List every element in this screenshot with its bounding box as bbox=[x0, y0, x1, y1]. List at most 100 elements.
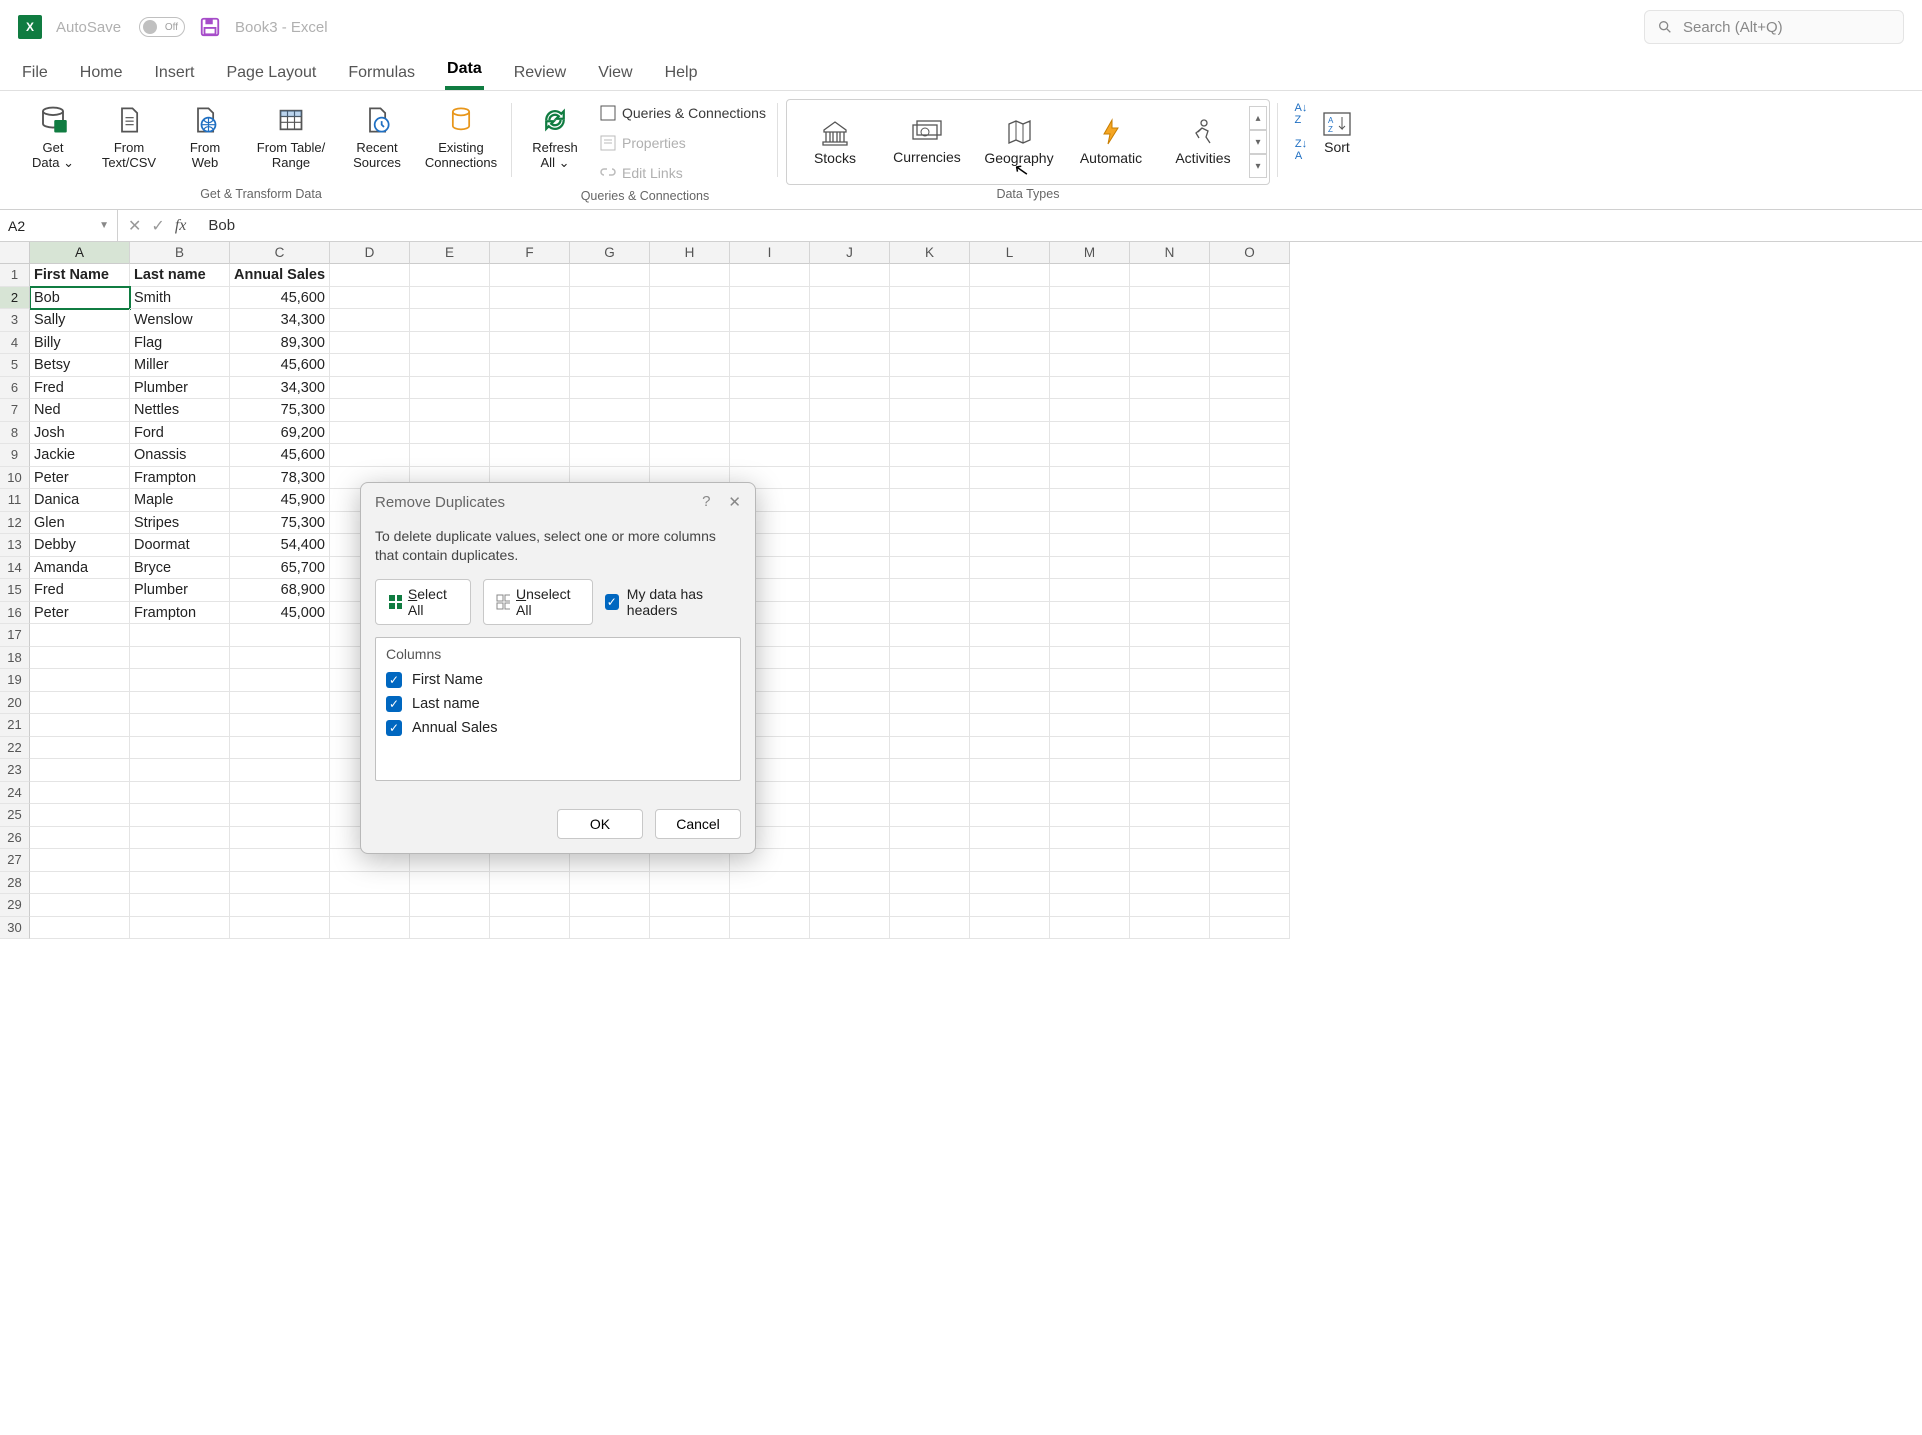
cell[interactable] bbox=[970, 692, 1050, 715]
cell[interactable]: 89,300 bbox=[230, 332, 330, 355]
cell[interactable] bbox=[1130, 309, 1210, 332]
cell[interactable] bbox=[810, 692, 890, 715]
cell[interactable] bbox=[1050, 872, 1130, 895]
cell[interactable] bbox=[130, 782, 230, 805]
cell[interactable]: Wenslow bbox=[130, 309, 230, 332]
cell[interactable] bbox=[30, 894, 130, 917]
cell[interactable]: 68,900 bbox=[230, 579, 330, 602]
properties-button[interactable]: Properties bbox=[596, 129, 770, 157]
row-header[interactable]: 22 bbox=[0, 737, 30, 760]
cell[interactable] bbox=[810, 804, 890, 827]
select-all-corner[interactable] bbox=[0, 242, 30, 264]
cell[interactable] bbox=[410, 377, 490, 400]
cell[interactable] bbox=[650, 444, 730, 467]
cell[interactable] bbox=[650, 287, 730, 310]
cell[interactable]: 45,600 bbox=[230, 287, 330, 310]
cell[interactable] bbox=[1130, 557, 1210, 580]
row-header[interactable]: 18 bbox=[0, 647, 30, 670]
queries-connections-button[interactable]: Queries & Connections bbox=[596, 99, 770, 127]
from-table-button[interactable]: From Table/ Range bbox=[246, 99, 336, 175]
cell[interactable] bbox=[890, 782, 970, 805]
cell[interactable] bbox=[570, 894, 650, 917]
cell[interactable]: Frampton bbox=[130, 467, 230, 490]
cell[interactable]: Billy bbox=[30, 332, 130, 355]
cell[interactable] bbox=[410, 872, 490, 895]
cell[interactable] bbox=[1210, 377, 1290, 400]
cell[interactable] bbox=[1210, 579, 1290, 602]
cell[interactable] bbox=[230, 804, 330, 827]
cell[interactable] bbox=[130, 647, 230, 670]
cell[interactable] bbox=[1130, 399, 1210, 422]
name-box[interactable]: A2▼ bbox=[0, 210, 118, 241]
cell[interactable] bbox=[1130, 759, 1210, 782]
column-header-O[interactable]: O bbox=[1210, 242, 1290, 264]
row-header[interactable]: 19 bbox=[0, 669, 30, 692]
cell[interactable] bbox=[1050, 287, 1130, 310]
data-types-gallery[interactable]: Stocks Currencies Geography Automatic Ac… bbox=[786, 99, 1270, 185]
cell[interactable] bbox=[1130, 917, 1210, 940]
cell[interactable] bbox=[730, 872, 810, 895]
help-icon[interactable]: ? bbox=[702, 493, 710, 511]
cell[interactable] bbox=[30, 917, 130, 940]
cell[interactable] bbox=[890, 467, 970, 490]
cell[interactable] bbox=[1210, 737, 1290, 760]
cell[interactable] bbox=[330, 354, 410, 377]
column-header-K[interactable]: K bbox=[890, 242, 970, 264]
cell[interactable] bbox=[570, 399, 650, 422]
row-header[interactable]: 10 bbox=[0, 467, 30, 490]
cell[interactable] bbox=[30, 647, 130, 670]
tab-file[interactable]: File bbox=[20, 60, 50, 90]
cell[interactable] bbox=[810, 782, 890, 805]
cell[interactable]: Josh bbox=[30, 422, 130, 445]
cell[interactable]: 45,900 bbox=[230, 489, 330, 512]
cell[interactable] bbox=[890, 737, 970, 760]
cell[interactable] bbox=[890, 579, 970, 602]
cell[interactable] bbox=[810, 467, 890, 490]
cell[interactable] bbox=[970, 849, 1050, 872]
cell[interactable]: Miller bbox=[130, 354, 230, 377]
cell[interactable] bbox=[490, 287, 570, 310]
cell[interactable] bbox=[330, 422, 410, 445]
cell[interactable] bbox=[130, 804, 230, 827]
accept-formula-icon[interactable]: ✓ bbox=[151, 216, 164, 236]
cell[interactable] bbox=[1210, 354, 1290, 377]
row-header[interactable]: 5 bbox=[0, 354, 30, 377]
cell[interactable] bbox=[330, 332, 410, 355]
cell[interactable]: Bob bbox=[30, 287, 130, 310]
cell[interactable] bbox=[490, 444, 570, 467]
cell[interactable] bbox=[970, 489, 1050, 512]
cell[interactable] bbox=[970, 287, 1050, 310]
cell[interactable] bbox=[730, 894, 810, 917]
cell[interactable] bbox=[730, 354, 810, 377]
cell[interactable] bbox=[490, 917, 570, 940]
cell[interactable]: Flag bbox=[130, 332, 230, 355]
cell[interactable] bbox=[650, 917, 730, 940]
cell[interactable] bbox=[970, 714, 1050, 737]
cell[interactable] bbox=[1130, 287, 1210, 310]
cell[interactable] bbox=[230, 872, 330, 895]
tab-formulas[interactable]: Formulas bbox=[346, 60, 417, 90]
cell[interactable] bbox=[330, 917, 410, 940]
cell[interactable] bbox=[490, 354, 570, 377]
cell[interactable] bbox=[130, 624, 230, 647]
cell[interactable]: Peter bbox=[30, 602, 130, 625]
cell[interactable] bbox=[970, 309, 1050, 332]
cell[interactable] bbox=[1050, 714, 1130, 737]
sort-button[interactable]: AZ Sort bbox=[1322, 109, 1352, 155]
cell[interactable] bbox=[890, 377, 970, 400]
cell[interactable] bbox=[410, 917, 490, 940]
cell[interactable] bbox=[410, 309, 490, 332]
cell[interactable]: 78,300 bbox=[230, 467, 330, 490]
currencies-type[interactable]: Currencies bbox=[881, 119, 973, 165]
stocks-type[interactable]: Stocks bbox=[789, 118, 881, 166]
from-web-button[interactable]: From Web bbox=[170, 99, 240, 175]
cell[interactable] bbox=[230, 849, 330, 872]
row-header[interactable]: 15 bbox=[0, 579, 30, 602]
cell[interactable] bbox=[410, 287, 490, 310]
row-header[interactable]: 13 bbox=[0, 534, 30, 557]
row-header[interactable]: 29 bbox=[0, 894, 30, 917]
cell[interactable] bbox=[730, 287, 810, 310]
row-header[interactable]: 21 bbox=[0, 714, 30, 737]
cell[interactable] bbox=[810, 917, 890, 940]
cell[interactable] bbox=[1130, 377, 1210, 400]
